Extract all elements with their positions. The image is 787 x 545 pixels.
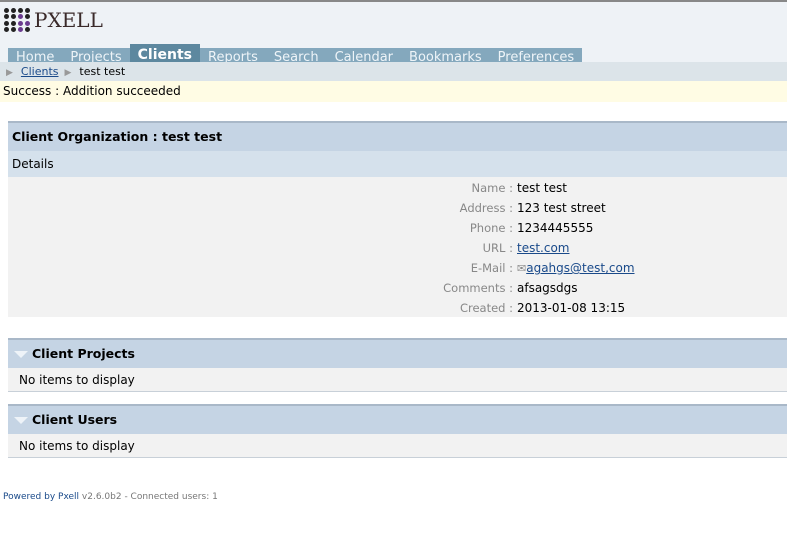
details-header: Details — [8, 151, 787, 177]
breadcrumb: ▶ Clients ▶ test test — [0, 62, 787, 81]
email-link[interactable]: agahgs@test,com — [526, 261, 634, 275]
pxell-link[interactable]: Powered by Pxell — [3, 492, 79, 502]
field-url: URL : test.com — [482, 241, 570, 255]
version-info: v2.6.0b2 - Connected users: 1 — [81, 492, 218, 502]
success-message: Success : Addition succeeded — [0, 81, 787, 102]
logo-text: PXELL — [34, 8, 103, 32]
collapse-triangle-icon[interactable] — [14, 417, 28, 424]
empty-message: No items to display — [8, 368, 787, 392]
url-link[interactable]: test.com — [517, 241, 570, 255]
client-projects-panel: Client Projects No items to display — [8, 338, 787, 392]
breadcrumb-current: test test — [79, 65, 126, 78]
panel-title: Client Organization : test test — [8, 123, 787, 151]
details-body: Name : test test Address :123 test street… — [8, 177, 787, 317]
field-comments: Comments : afsagsdgs — [443, 281, 578, 295]
client-projects-header[interactable]: Client Projects — [8, 340, 787, 368]
client-users-panel: Client Users No items to display — [8, 404, 787, 458]
logo[interactable]: PXELL — [4, 8, 103, 32]
field-created: Created :2013-01-08 13:15 — [459, 301, 626, 315]
message-label: Success — [3, 84, 52, 98]
arrow-right-icon: ▶ — [6, 68, 13, 78]
collapse-triangle-icon[interactable] — [14, 351, 28, 358]
field-email: E-Mail : ✉agahgs@test,com — [470, 261, 635, 275]
breadcrumb-clients-link[interactable]: Clients — [21, 65, 59, 78]
envelope-icon: ✉ — [517, 262, 527, 275]
field-address: Address :123 test street — [459, 201, 606, 215]
client-users-header[interactable]: Client Users — [8, 406, 787, 434]
header: PXELL Home Projects Clients Reports Sear… — [0, 0, 787, 68]
message-text: Addition succeeded — [62, 84, 181, 98]
footer: Powered by Pxell v2.6.0b2 - Connected us… — [3, 492, 218, 502]
client-organization-panel: Client Organization : test test Details … — [8, 121, 787, 317]
field-phone: Phone :1234445555 — [469, 221, 594, 235]
empty-message: No items to display — [8, 434, 787, 458]
logo-icon — [4, 8, 32, 32]
field-name: Name : test test — [471, 181, 567, 195]
arrow-right-icon: ▶ — [64, 68, 72, 78]
